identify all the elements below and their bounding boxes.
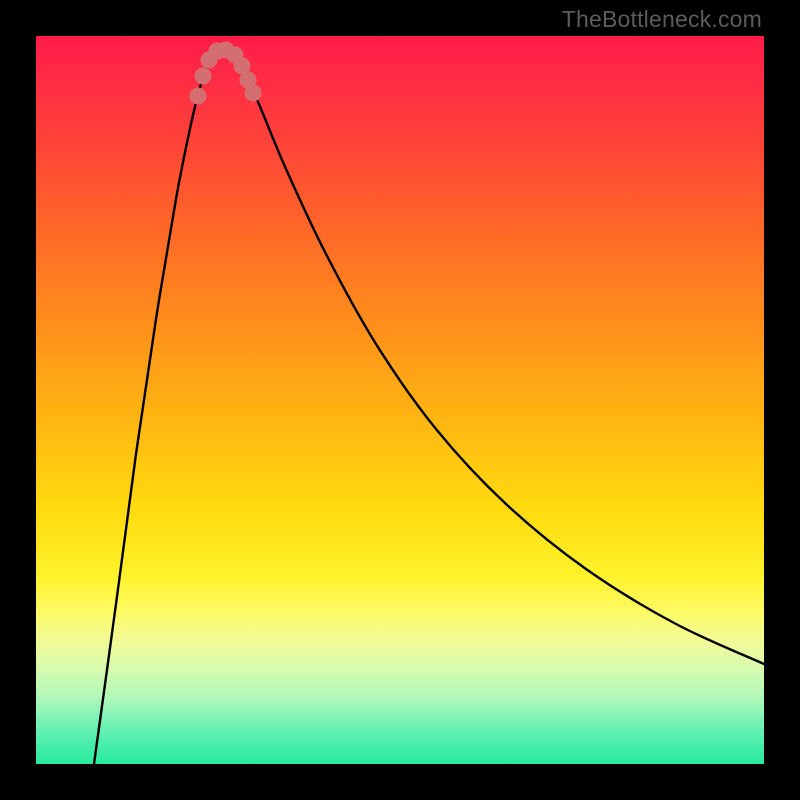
chart-area — [36, 36, 764, 764]
cusp-dot — [195, 68, 212, 85]
cusp-dots — [190, 42, 262, 105]
bottleneck-curve — [36, 36, 764, 764]
watermark-text: TheBottleneck.com — [562, 6, 762, 33]
left-curve — [94, 50, 216, 764]
cusp-dot — [190, 88, 207, 105]
cusp-dot — [245, 85, 262, 102]
right-curve — [232, 50, 764, 664]
